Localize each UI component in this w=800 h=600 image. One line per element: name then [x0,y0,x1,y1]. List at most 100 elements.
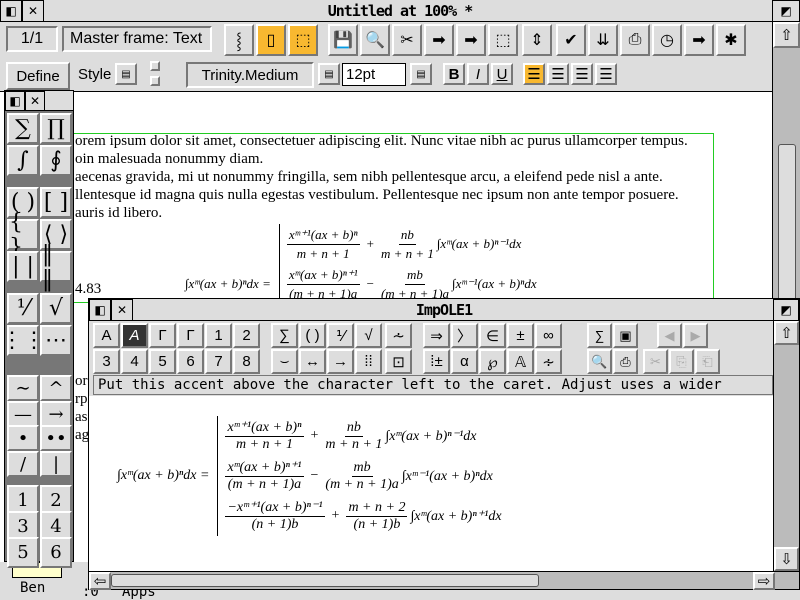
ole-tool-button[interactable]: Γ [177,323,204,348]
palette-symbol-button[interactable]: ‖ ‖ [40,242,72,292]
ole-horizontal-scrollbar[interactable]: ⇦ ⇨ [89,571,799,590]
ole-object-icon[interactable]: ▣ [613,323,638,348]
palette-symbol-button[interactable]: — [7,401,39,427]
iconbar-item-ben[interactable]: Ben [20,580,45,596]
ole-zoom-icon[interactable]: 🔍 [587,349,612,374]
palette-symbol-button[interactable]: { } [7,210,39,260]
ole-tool-button[interactable]: → [327,349,354,374]
define-button[interactable]: Define [6,62,70,90]
palette-symbol-button[interactable]: [ ] [40,187,72,218]
bold-button[interactable]: B [443,63,465,85]
palette-symbol-button[interactable]: •• [40,425,72,451]
prev-arrow-icon[interactable]: ◀ [657,323,682,348]
ole-tool-button[interactable]: ⁞± [423,349,450,374]
toggle-size-icon[interactable]: ◩ [772,0,800,22]
page-frame-icon[interactable]: ▯ [256,24,286,56]
print-icon[interactable]: ⎙ [620,24,650,56]
justify-button[interactable]: ☰ [595,63,617,85]
ole-tool-button[interactable]: ⅟ [327,323,354,348]
ole-tool-button[interactable]: 7 [205,349,232,374]
ole-tool-button[interactable]: ℘ [479,349,506,374]
find-icon[interactable]: 🔍 [360,24,390,56]
style-menu-button[interactable]: ▤ [115,63,137,85]
style-up-button[interactable] [150,61,160,71]
colours-icon[interactable]: ✱ [716,24,746,56]
ole-tool-button[interactable]: ⊡ [385,349,412,374]
copy-icon[interactable]: ➡ [456,24,486,56]
palette-symbol-button[interactable]: ^ [40,375,72,401]
scroll-up-arrow[interactable]: ⇧ [773,22,800,48]
palette-back-icon[interactable]: ◧ [5,91,25,111]
close-icon[interactable]: ✕ [22,0,44,22]
ole-tool-button[interactable]: ⇒ [423,323,450,348]
ole-tool-button[interactable]: ⁞⁞ [355,349,382,374]
spell-check-icon[interactable]: ✔ [556,24,586,56]
style-down-button[interactable] [150,76,160,86]
ole-tool-button[interactable]: ∻ [535,349,562,374]
picture-frame-icon[interactable]: ⬚ [288,24,318,56]
palette-symbol-button[interactable]: 5 [7,537,39,568]
palette-symbol-button[interactable]: ⋮⋮ [1,325,45,356]
ole-tool-button[interactable]: √ [355,323,382,348]
export-icon[interactable]: ➡ [684,24,714,56]
ole-title-bar[interactable]: ImpOLE1 [89,299,799,321]
ole-cut-icon[interactable]: ✂ [643,349,668,374]
ole-paste-icon[interactable]: ⎗ [695,349,720,374]
main-title-bar[interactable]: Untitled at 100% * [0,0,800,22]
ole-tool-button[interactable]: A [93,323,120,348]
ole-tool-button[interactable]: ⌣ [271,349,298,374]
palette-symbol-button[interactable]: ⋯ [40,325,72,356]
ole-back-icon[interactable]: ◧ [89,299,111,321]
palette-symbol-button[interactable]: ∫ [7,145,39,176]
ole-tool-button[interactable]: 1 [205,323,232,348]
ole-scroll-right-arrow[interactable]: ⇨ [753,572,775,590]
ole-tool-button[interactable]: 6 [177,349,204,374]
ole-copy-icon[interactable]: ⎘ [669,349,694,374]
ole-scroll-left-arrow[interactable]: ⇦ [89,572,111,590]
palette-symbol-button[interactable]: | | [7,251,39,282]
ole-tool-button[interactable]: α [451,349,478,374]
ole-vertical-scrollbar[interactable]: ⇧ ⇩ [773,321,799,571]
text-frame-icon[interactable]: ⸾ [224,24,254,56]
italic-button[interactable]: I [467,63,489,85]
cut-icon[interactable]: ✂ [392,24,422,56]
ole-scroll-up-arrow[interactable]: ⇧ [774,321,799,345]
align-center-button[interactable]: ☰ [547,63,569,85]
palette-symbol-button[interactable]: ∼ [7,375,39,401]
ole-tool-button[interactable]: 〉 [451,323,478,348]
ole-tool-button[interactable]: ∈ [479,323,506,348]
palette-symbol-button[interactable]: • [7,425,39,451]
ole-tool-button[interactable]: ∑ [271,323,298,348]
size-field[interactable]: 12pt [342,63,406,86]
ole-tool-button[interactable]: A [121,323,148,348]
clock-icon[interactable]: ◷ [652,24,682,56]
ole-toggle-size-icon[interactable]: ◩ [773,299,799,321]
underline-button[interactable]: U [491,63,513,85]
ole-tool-button[interactable]: 2 [233,323,260,348]
align-right-button[interactable]: ☰ [571,63,593,85]
save-icon[interactable]: 💾 [328,24,358,56]
ole-tool-button[interactable]: ⩪ [385,323,412,348]
font-menu-button[interactable]: ▤ [318,63,340,85]
align-left-button[interactable]: ☰ [523,63,545,85]
ole-tool-button[interactable]: ( ) [299,323,326,348]
ole-close-icon[interactable]: ✕ [111,299,133,321]
ole-tool-button[interactable]: 5 [149,349,176,374]
back-icon[interactable]: ◧ [0,0,22,22]
ole-tool-button[interactable]: 8 [233,349,260,374]
palette-symbol-button[interactable]: / [7,451,39,477]
palette-symbol-button[interactable]: √ [40,293,72,324]
paste-icon[interactable]: ➡ [424,24,454,56]
ole-tool-button[interactable]: 4 [121,349,148,374]
line-spacing-icon[interactable]: ⇕ [522,24,552,56]
import-icon[interactable]: ⇊ [588,24,618,56]
palette-symbol-button[interactable]: ⅟ [7,293,39,324]
palette-symbol-button[interactable]: | [40,451,72,477]
ole-tool-button[interactable]: ± [507,323,534,348]
ole-tool-button[interactable]: ↔ [299,349,326,374]
palette-symbol-button[interactable]: ∑ [7,113,39,144]
ole-scroll-down-arrow[interactable]: ⇩ [774,547,799,571]
palette-symbol-button[interactable]: → [40,401,72,427]
ole-print-icon[interactable]: ⎙ [613,349,638,374]
palette-symbol-button[interactable]: 6 [40,537,72,568]
